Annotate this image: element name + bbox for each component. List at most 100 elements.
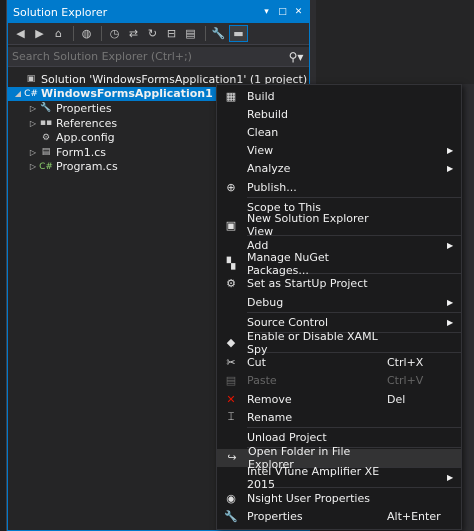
submenu-arrow-icon: ▶ (447, 297, 454, 307)
menu-shortcut: Del (387, 392, 406, 406)
rename-icon: ⌶ (227, 410, 235, 424)
menu-item-nsight-user-properties[interactable]: ◉ Nsight User Properties (217, 489, 461, 507)
menu-item-label: View (247, 144, 274, 158)
panel-toolbar: ◀ ▶ ⌂ ◍ ◷ ⇄ ↻ ⊟ ▤ 🔧 ▬ (8, 23, 309, 45)
open-folder-icon: ↪ (227, 451, 237, 465)
icon-spacer (219, 161, 243, 177)
dropdown-icon[interactable]: ▾ (260, 5, 273, 19)
menu-item-cut[interactable]: ✂ Cut Ctrl+X (217, 354, 461, 372)
preview-icon[interactable]: ▬ (229, 25, 248, 42)
icon-spacer (219, 124, 243, 140)
xaml-spy-icon: ◆ (226, 336, 236, 350)
icon-spacer (219, 314, 243, 330)
menu-item-label: Paste (247, 374, 277, 388)
expand-arrow-icon[interactable]: ▷ (27, 148, 39, 157)
nsight-icon: ◉ (226, 491, 236, 505)
tree-item-label: Program.cs (56, 160, 118, 174)
tree-item-label: References (56, 116, 118, 130)
menu-item-label: Clean (247, 125, 279, 139)
menu-item-remove[interactable]: ✕ Remove Del (217, 390, 461, 408)
tree-item-label: WindowsFormsApplication1 (41, 87, 213, 101)
context-menu: ▦ Build Rebuild Clean View ▶ Analyze ▶ ⊕ Publish.… (216, 84, 462, 530)
csharp-project-icon: C# (24, 88, 38, 99)
panel-title: Solution Explorer (13, 5, 108, 19)
search-input[interactable] (12, 50, 287, 63)
solution-icon: ▣ (26, 74, 36, 85)
home-icon[interactable]: ⌂ (50, 25, 67, 42)
menu-item-label: Source Control (247, 315, 329, 329)
maximize-icon[interactable]: □ (276, 5, 289, 19)
menu-item-analyze[interactable]: Analyze ▶ (217, 160, 461, 178)
tree-item-label: Form1.cs (56, 145, 106, 159)
panel-titlebar[interactable]: Solution Explorer ▾ □ ✕ (8, 1, 309, 23)
menu-item-paste[interactable]: ▤ Paste Ctrl+V (217, 372, 461, 390)
icon-spacer (219, 470, 243, 486)
submenu-arrow-icon: ▶ (447, 146, 454, 156)
submenu-arrow-icon: ▶ (447, 317, 454, 327)
menu-item-new-solution-explorer-view[interactable]: ▣ New Solution Explorer View (217, 212, 461, 238)
close-icon[interactable]: ✕ (292, 5, 305, 19)
collapse-icon[interactable]: ⊟ (163, 25, 180, 42)
icon-spacer (219, 238, 243, 254)
menu-item-build[interactable]: ▦ Build (217, 87, 461, 105)
menu-item-label: Set as StartUp Project (247, 277, 368, 291)
remove-icon: ✕ (226, 392, 236, 406)
properties-icon[interactable]: 🔧 (210, 25, 227, 42)
show-all-files-icon[interactable]: ▤ (182, 25, 199, 42)
menu-item-view[interactable]: View ▶ (217, 142, 461, 160)
expand-arrow-icon[interactable]: ▷ (27, 104, 39, 113)
submenu-arrow-icon: ▶ (447, 473, 454, 483)
refresh-icon[interactable]: ↻ (144, 25, 161, 42)
build-icon: ▦ (225, 89, 237, 103)
menu-item-label: Publish... (247, 180, 297, 194)
menu-item-debug[interactable]: Debug ▶ (217, 293, 461, 311)
search-icon[interactable]: ⚲▾ (287, 50, 305, 64)
menu-item-manage-nuget-packages[interactable]: ▚ Manage NuGet Packages... (217, 251, 461, 277)
menu-item-label: Enable or Disable XAML Spy (247, 329, 378, 356)
menu-item-label: Rename (247, 410, 293, 424)
menu-item-properties[interactable]: 🔧 Properties Alt+Enter (217, 507, 461, 525)
sync-icon[interactable]: ⇄ (125, 25, 142, 42)
menu-item-intel-vtune-amplifier-xe-2015[interactable]: Intel VTune Amplifier XE 2015 ▶ (217, 465, 461, 491)
menu-item-rename[interactable]: ⌶ Rename (217, 408, 461, 426)
icon-spacer (219, 294, 243, 310)
config-file-icon: ⚙ (41, 132, 51, 143)
tree-item-label: App.config (56, 131, 115, 145)
menu-item-rebuild[interactable]: Rebuild (217, 105, 461, 123)
globe-icon[interactable]: ◍ (78, 25, 95, 42)
references-icon: ▪▪ (39, 118, 53, 129)
menu-shortcut: Ctrl+V (387, 374, 424, 388)
menu-item-label: Remove (247, 392, 292, 406)
expand-arrow-icon[interactable]: ▷ (27, 162, 39, 171)
search-bar: ⚲▾ (8, 47, 309, 67)
menu-item-label: Properties (247, 509, 303, 523)
expand-arrow-icon[interactable]: ▷ (27, 119, 39, 128)
menu-item-set-as-startup-project[interactable]: ⚙ Set as StartUp Project (217, 275, 461, 293)
form-icon: ▤ (41, 147, 51, 158)
paste-icon: ▤ (225, 374, 237, 388)
menu-shortcut: Alt+Enter (387, 509, 441, 523)
scissors-icon: ✂ (226, 356, 236, 370)
forward-icon[interactable]: ▶ (31, 25, 48, 42)
nuget-icon: ▚ (226, 257, 236, 271)
menu-item-label: Rebuild (247, 107, 288, 121)
new-view-icon: ▣ (225, 218, 237, 232)
back-icon[interactable]: ◀ (12, 25, 29, 42)
menu-item-enable-or-disable-xaml-spy[interactable]: ◆ Enable or Disable XAML Spy (217, 330, 461, 356)
menu-item-clean[interactable]: Clean (217, 123, 461, 141)
history-icon[interactable]: ◷ (106, 25, 123, 42)
menu-item-label: Unload Project (247, 430, 327, 444)
icon-spacer (219, 143, 243, 159)
background-area (310, 0, 474, 84)
menu-item-label: New Solution Explorer View (247, 212, 369, 239)
expand-arrow-icon[interactable]: ◢ (12, 89, 24, 98)
menu-item-label: Nsight User Properties (247, 491, 370, 505)
menu-item-publish[interactable]: ⊕ Publish... (217, 178, 461, 196)
csharp-file-icon: C# (39, 161, 53, 172)
menu-shortcut: Ctrl+X (387, 356, 424, 370)
wrench-icon: 🔧 (224, 509, 238, 523)
icon-spacer (219, 199, 243, 215)
menu-item-label: Debug (247, 295, 284, 309)
wrench-icon: 🔧 (40, 103, 52, 114)
menu-item-label: Build (247, 89, 275, 103)
